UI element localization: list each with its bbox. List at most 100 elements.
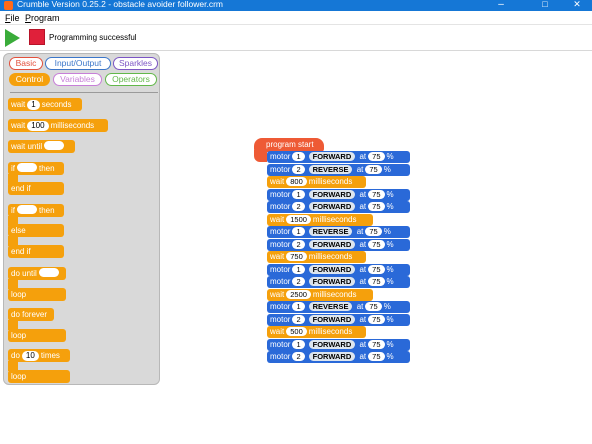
maximize-button[interactable]: □ <box>530 0 560 11</box>
direction-dropdown[interactable]: FORWARD <box>308 277 356 286</box>
motor-block[interactable]: motor 1 REVERSE at 75% <box>267 301 410 313</box>
motor-number-input[interactable]: 1 <box>292 264 305 274</box>
motor-block[interactable]: motor 2 FORWARD at 75% <box>267 276 410 288</box>
speed-input[interactable]: 75 <box>365 164 382 174</box>
condition-slot[interactable] <box>17 163 37 172</box>
speed-input[interactable]: 75 <box>365 302 382 311</box>
milliseconds-input[interactable]: 800 <box>286 177 307 186</box>
speed-input[interactable]: 75 <box>368 239 385 249</box>
block-label: % <box>386 352 394 361</box>
block-label: loop <box>11 372 27 381</box>
times-input[interactable]: 10 <box>21 351 39 361</box>
motor-number-input[interactable]: 1 <box>292 339 305 349</box>
speed-input[interactable]: 75 <box>368 152 385 161</box>
motor-number-input[interactable]: 2 <box>292 352 305 361</box>
block-label: at <box>357 264 367 274</box>
direction-dropdown[interactable]: REVERSE <box>308 227 353 236</box>
direction-dropdown[interactable]: REVERSE <box>308 302 353 311</box>
seconds-input[interactable]: 1 <box>27 100 40 110</box>
motor-block[interactable]: motor 2 REVERSE at 75% <box>267 163 410 176</box>
direction-dropdown[interactable]: FORWARD <box>308 339 356 349</box>
milliseconds-input[interactable]: 100 <box>27 121 49 131</box>
category-control[interactable]: Control <box>9 73 50 86</box>
speed-input[interactable]: 75 <box>368 189 385 199</box>
motor-number-input[interactable]: 1 <box>292 152 305 161</box>
category-sparkles[interactable]: Sparkles <box>113 57 158 70</box>
direction-dropdown[interactable]: FORWARD <box>308 189 356 199</box>
direction-dropdown[interactable]: REVERSE <box>308 164 353 174</box>
direction-dropdown[interactable]: FORWARD <box>308 314 356 324</box>
speed-input[interactable]: 75 <box>368 339 385 349</box>
speed-input[interactable]: 75 <box>368 277 385 286</box>
category-input-output[interactable]: Input/Output <box>45 57 111 70</box>
speed-input[interactable]: 75 <box>368 314 385 324</box>
milliseconds-input[interactable]: 2500 <box>286 289 311 299</box>
block-label: if <box>11 164 15 173</box>
motor-number-input[interactable]: 1 <box>292 302 305 311</box>
wait-block[interactable]: wait 1500 milliseconds <box>267 213 373 226</box>
category-variables[interactable]: Variables <box>53 73 102 86</box>
block-label: at <box>357 239 367 249</box>
menu-program[interactable]: Program <box>25 13 60 24</box>
motor-number-input[interactable]: 2 <box>292 277 305 286</box>
direction-dropdown[interactable]: FORWARD <box>308 239 356 249</box>
wait-block[interactable]: wait 750 milliseconds <box>267 251 366 263</box>
motor-block[interactable]: motor 1 FORWARD at 75% <box>267 151 410 163</box>
motor-number-input[interactable]: 1 <box>292 189 305 199</box>
direction-dropdown[interactable]: FORWARD <box>308 352 356 361</box>
wait-seconds-block[interactable]: wait 1 seconds <box>8 98 82 111</box>
loop-block[interactable]: loop <box>8 288 66 301</box>
condition-slot[interactable] <box>38 268 59 277</box>
app-icon <box>4 1 13 10</box>
motor-block[interactable]: motor 1 REVERSE at 75% <box>267 226 410 238</box>
speed-input[interactable]: 75 <box>365 227 382 236</box>
block-label: motor <box>270 339 291 349</box>
end-if-block[interactable]: end if <box>8 182 64 195</box>
milliseconds-input[interactable]: 750 <box>286 252 307 261</box>
window-title: Crumble Version 0.25.2 - obstacle avoide… <box>17 0 223 9</box>
block-label: at <box>357 152 367 161</box>
wait-block[interactable]: wait 500 milliseconds <box>267 326 366 338</box>
motor-number-input[interactable]: 2 <box>292 164 305 174</box>
category-basic[interactable]: Basic <box>9 57 43 70</box>
block-label: motor <box>270 314 291 324</box>
milliseconds-input[interactable]: 500 <box>286 327 307 336</box>
speed-input[interactable]: 75 <box>368 202 385 211</box>
menu-file[interactable]: File <box>5 13 20 24</box>
motor-number-input[interactable]: 2 <box>292 314 305 324</box>
motor-block[interactable]: motor 1 FORWARD at 75% <box>267 338 410 351</box>
wait-until-block[interactable]: wait until <box>8 140 75 153</box>
condition-slot[interactable] <box>44 141 65 150</box>
direction-dropdown[interactable]: FORWARD <box>308 264 356 274</box>
motor-number-input[interactable]: 1 <box>292 227 305 236</box>
motor-block[interactable]: motor 1 FORWARD at 75% <box>267 263 410 276</box>
end-if-block[interactable]: end if <box>8 245 64 258</box>
wait-block[interactable]: wait 2500 milliseconds <box>267 288 373 301</box>
category-operators[interactable]: Operators <box>105 73 157 86</box>
loop-block[interactable]: loop <box>8 370 70 383</box>
motor-block[interactable]: motor 1 FORWARD at 75% <box>267 188 410 201</box>
speed-input[interactable]: 75 <box>368 352 385 361</box>
speed-input[interactable]: 75 <box>368 264 385 274</box>
block-label: loop <box>11 290 27 299</box>
block-label: at <box>357 189 367 199</box>
motor-number-input[interactable]: 2 <box>292 202 305 211</box>
minimize-button[interactable]: – <box>486 0 516 11</box>
motor-block[interactable]: motor 2 FORWARD at 75% <box>267 351 410 363</box>
motor-block[interactable]: motor 2 FORWARD at 75% <box>267 238 410 251</box>
block-label: end if <box>11 247 31 256</box>
play-icon[interactable] <box>5 29 20 47</box>
direction-dropdown[interactable]: FORWARD <box>308 202 356 211</box>
motor-block[interactable]: motor 2 FORWARD at 75% <box>267 201 410 213</box>
milliseconds-input[interactable]: 1500 <box>286 214 311 224</box>
loop-block[interactable]: loop <box>8 329 66 342</box>
direction-dropdown[interactable]: FORWARD <box>308 152 356 161</box>
stop-icon[interactable] <box>29 29 45 45</box>
motor-number-input[interactable]: 2 <box>292 239 305 249</box>
close-button[interactable]: ✕ <box>562 0 592 11</box>
wait-milliseconds-block[interactable]: wait 100 milliseconds <box>8 119 108 132</box>
condition-slot[interactable] <box>17 205 37 214</box>
block-label: wait <box>270 289 285 299</box>
wait-block[interactable]: wait 800 milliseconds <box>267 176 366 188</box>
motor-block[interactable]: motor 2 FORWARD at 75% <box>267 313 410 326</box>
